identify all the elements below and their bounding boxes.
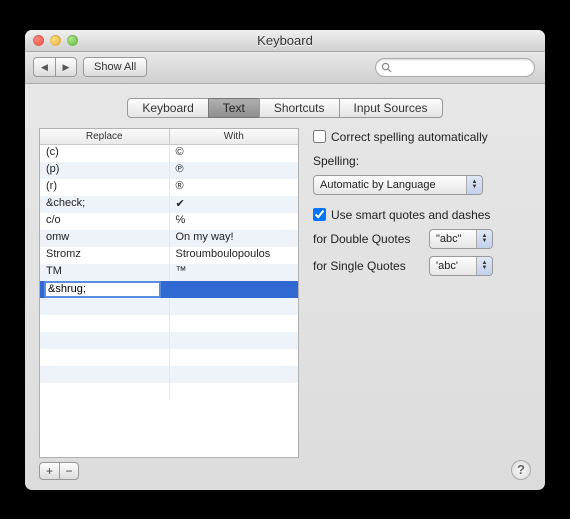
cell-replace[interactable] [40,315,170,332]
cell-replace[interactable]: &check; [40,196,170,213]
smart-quotes-label: Use smart quotes and dashes [331,208,490,222]
double-quotes-dropdown[interactable]: "abc" ▲▼ [429,229,493,249]
cell-replace[interactable]: TM [40,264,170,281]
tab-shortcuts[interactable]: Shortcuts [259,98,340,118]
cell-with[interactable] [170,366,299,383]
table-row[interactable] [40,298,298,315]
tab-text[interactable]: Text [208,98,260,118]
table-row[interactable] [40,281,298,298]
cell-with[interactable] [170,281,299,298]
spelling-label: Spelling: [313,154,531,168]
replace-editor[interactable] [44,281,161,298]
search-icon [381,62,392,73]
cell-with[interactable]: © [170,145,299,162]
cell-with[interactable]: ✔ [170,196,299,213]
toolbar: ◀ ▶ Show All [25,52,545,84]
text-panel: Replace With (c)©(p)℗(r)®&check;✔c/o℅omw… [39,128,531,480]
dropdown-arrows-icon: ▲▼ [476,230,492,248]
cell-with[interactable] [170,383,299,400]
tab-bar: KeyboardTextShortcutsInput Sources [39,98,531,118]
cell-replace[interactable]: Stromz [40,247,170,264]
cell-with[interactable]: ® [170,179,299,196]
cell-replace[interactable] [40,298,170,315]
preferences-window: Keyboard ◀ ▶ Show All KeyboardTextShortc… [25,30,545,490]
nav-segment: ◀ ▶ [33,57,77,77]
dropdown-arrows-icon: ▲▼ [476,257,492,275]
single-quotes-label: for Single Quotes [313,259,423,273]
col-with[interactable]: With [170,129,299,145]
table-row[interactable]: StromzStroumboulopoulos [40,247,298,264]
cell-replace[interactable] [40,281,170,298]
tab-input-sources[interactable]: Input Sources [339,98,443,118]
smart-quotes-checkbox[interactable]: Use smart quotes and dashes [313,208,531,222]
cell-replace[interactable]: (p) [40,162,170,179]
table-row[interactable]: c/o℅ [40,213,298,230]
cell-replace[interactable]: omw [40,230,170,247]
dropdown-arrows-icon: ▲▼ [466,176,482,194]
single-quotes-dropdown[interactable]: 'abc' ▲▼ [429,256,493,276]
tab-keyboard[interactable]: Keyboard [127,98,208,118]
cell-replace[interactable] [40,332,170,349]
single-quotes-value: 'abc' [436,260,458,272]
cell-with[interactable]: ℗ [170,162,299,179]
cell-with[interactable] [170,349,299,366]
help-button[interactable]: ? [511,460,531,480]
cell-with[interactable] [170,315,299,332]
cell-replace[interactable]: (r) [40,179,170,196]
window-title: Keyboard [257,33,313,48]
right-column: Correct spelling automatically Spelling:… [313,128,531,480]
minimize-button[interactable] [50,35,61,46]
single-quotes-row: for Single Quotes 'abc' ▲▼ [313,256,531,276]
cell-with[interactable]: ™ [170,264,299,281]
table-row[interactable]: &check;✔ [40,196,298,213]
table-row[interactable] [40,332,298,349]
correct-spelling-input[interactable] [313,130,326,143]
cell-replace[interactable]: (c) [40,145,170,162]
left-column: Replace With (c)©(p)℗(r)®&check;✔c/o℅omw… [39,128,299,480]
table-row[interactable] [40,349,298,366]
cell-with[interactable] [170,332,299,349]
back-button[interactable]: ◀ [33,57,55,77]
show-all-button[interactable]: Show All [83,57,147,77]
table-header: Replace With [40,129,298,145]
cell-with[interactable]: ℅ [170,213,299,230]
cell-replace[interactable] [40,383,170,400]
close-button[interactable] [33,35,44,46]
cell-with[interactable]: On my way! [170,230,299,247]
table-row[interactable]: omwOn my way! [40,230,298,247]
cell-with[interactable] [170,298,299,315]
window-controls [33,35,78,46]
table-row[interactable] [40,315,298,332]
spelling-value: Automatic by Language [320,179,436,191]
double-quotes-value: "abc" [436,233,462,245]
correct-spelling-label: Correct spelling automatically [331,130,488,144]
zoom-button[interactable] [67,35,78,46]
cell-replace[interactable] [40,366,170,383]
remove-button[interactable]: − [59,462,79,480]
double-quotes-label: for Double Quotes [313,232,423,246]
smart-quotes-input[interactable] [313,208,326,221]
table-row[interactable] [40,383,298,400]
table-row[interactable]: (r)® [40,179,298,196]
spelling-dropdown[interactable]: Automatic by Language ▲▼ [313,175,483,195]
correct-spelling-checkbox[interactable]: Correct spelling automatically [313,130,531,144]
double-quotes-row: for Double Quotes "abc" ▲▼ [313,229,531,249]
content: KeyboardTextShortcutsInput Sources Repla… [25,84,545,490]
cell-with[interactable]: Stroumboulopoulos [170,247,299,264]
add-remove-controls: + − [39,462,299,480]
titlebar: Keyboard [25,30,545,52]
add-button[interactable]: + [39,462,59,480]
table-row[interactable] [40,366,298,383]
cell-replace[interactable]: c/o [40,213,170,230]
table-row[interactable]: (c)© [40,145,298,162]
table-row[interactable]: (p)℗ [40,162,298,179]
search-input[interactable] [375,58,535,77]
replacements-table: Replace With (c)©(p)℗(r)®&check;✔c/o℅omw… [39,128,299,458]
cell-replace[interactable] [40,349,170,366]
table-row[interactable]: TM™ [40,264,298,281]
table-body: (c)©(p)℗(r)®&check;✔c/o℅omwOn my way!Str… [40,145,298,401]
col-replace[interactable]: Replace [40,129,170,145]
forward-button[interactable]: ▶ [55,57,77,77]
